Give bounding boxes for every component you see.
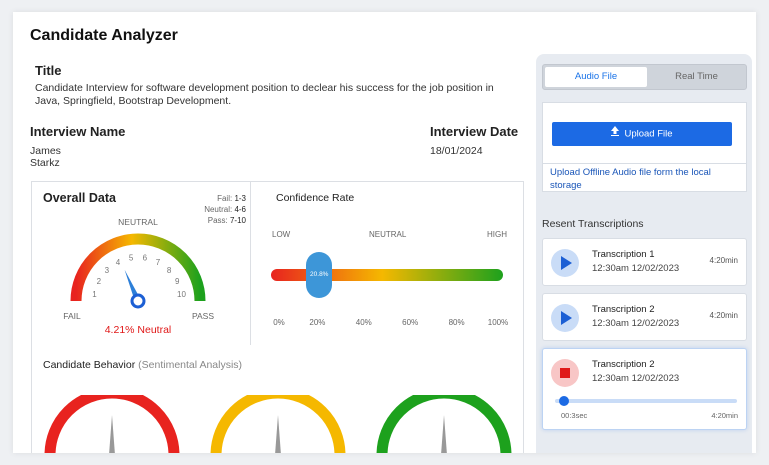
transcription-time: 12:30am 12/02/2023	[592, 318, 680, 329]
behavior-subtitle: (Sentimental Analysis)	[138, 359, 243, 371]
confidence-high-label: HIGH	[487, 230, 507, 239]
overall-gauge: NEUTRAL 1234 5 6 789 10 FAIL PASS 4.21% Neut…	[63, 217, 214, 336]
app-window: Candidate Analyzer Title Candidate Inter…	[13, 12, 756, 453]
gauge-fail-label: FAIL	[63, 311, 81, 321]
confidence-value: 20.8%	[310, 271, 329, 278]
interview-name-last: Starkz	[30, 157, 60, 169]
play-icon[interactable]	[551, 304, 579, 332]
transcription-name: Transcription 2	[592, 304, 655, 315]
gauge-tick-label: 2	[97, 277, 102, 286]
gauge-tick-label: 3	[105, 266, 110, 275]
gauge-tick-label: 9	[175, 277, 180, 286]
confidence-tick-label: 0%	[273, 318, 285, 327]
confidence-tick-label: 100%	[487, 318, 509, 327]
interview-date-heading: Interview Date	[430, 124, 519, 139]
divider	[250, 182, 251, 345]
transcription-item[interactable]: Transcription 1 12:30am 12/02/2023 4:20m…	[542, 238, 747, 286]
transcription-duration: 4:20min	[709, 311, 738, 320]
confidence-tick-label: 20%	[309, 318, 326, 327]
playback-elapsed: 00:3sec	[561, 411, 588, 420]
stop-icon[interactable]	[551, 359, 579, 387]
gauge-tick-label: 1	[92, 290, 97, 299]
interview-name-heading: Interview Name	[30, 124, 126, 139]
interview-date: 18/01/2024	[430, 145, 483, 157]
upload-file-label: Upload File	[624, 128, 673, 140]
legend-fail-range: 1-3	[234, 194, 246, 203]
confidence-neutral-label: NEUTRAL	[369, 230, 407, 239]
upload-icon	[611, 122, 620, 146]
transcription-name: Transcription 2	[592, 359, 655, 370]
gauge-ticks: 1234 5 6 789 10	[92, 254, 186, 300]
upload-hint-link[interactable]: Upload Offline Audio file form the local…	[550, 166, 740, 192]
behavior-heading: Candidate Behavior	[43, 359, 136, 371]
gauge-result: 4.21% Neutral	[105, 324, 172, 336]
transcription-item-active[interactable]: Transcription 2 12:30am 12/02/2023 00:3s…	[542, 348, 747, 430]
overall-title: Overall Data	[43, 191, 116, 205]
behavior-needle	[109, 415, 115, 453]
source-tabs: Audio File Real Time	[542, 64, 747, 90]
gauge-neutral-label: NEUTRAL	[118, 217, 158, 227]
transcription-item[interactable]: Transcription 2 12:30am 12/02/2023 4:20m…	[542, 293, 747, 341]
transcription-time: 12:30am 12/02/2023	[592, 263, 680, 274]
gauge-tick-label: 7	[156, 258, 161, 267]
right-panel: Audio File Real Time Upload File Upload …	[536, 54, 752, 453]
confidence-low-label: LOW	[272, 230, 291, 239]
transcription-time: 12:30am 12/02/2023	[592, 373, 680, 384]
behavior-needle	[275, 415, 281, 453]
behavior-needle	[441, 415, 447, 453]
title-heading: Title	[35, 63, 62, 78]
confidence-slider-handle[interactable]: 20.8%	[306, 252, 333, 298]
gauge-tick-label: 5	[129, 254, 134, 263]
behavior-title: Candidate Behavior (Sentimental Analysis…	[43, 359, 242, 371]
gauge-tick-label: 6	[143, 254, 148, 263]
title-description: Candidate Interview for software develop…	[35, 82, 494, 107]
gauge-pass-label: PASS	[192, 311, 214, 321]
play-icon[interactable]	[551, 249, 579, 277]
behavior-card: Candidate Behavior (Sentimental Analysis…	[31, 345, 524, 453]
confidence-title: Confidence Rate	[276, 192, 355, 204]
transcription-name: Transcription 1	[592, 249, 655, 260]
playback-progress-knob[interactable]	[558, 396, 569, 406]
playback-total: 4:20min	[711, 411, 738, 420]
tab-audio-file[interactable]: Audio File	[545, 67, 647, 87]
app-title: Candidate Analyzer	[30, 27, 178, 44]
gauge-tick-label: 10	[177, 290, 186, 299]
legend-fail-label: Fail:	[217, 194, 235, 203]
upload-card: Upload File Upload Offline Audio file fo…	[542, 102, 747, 192]
behavior-gauges	[44, 395, 512, 453]
divider	[543, 163, 746, 164]
confidence-tick-label: 60%	[402, 318, 419, 327]
recent-transcriptions-heading: Resent Transcriptions	[542, 218, 644, 230]
analysis-card: Overall Data Fail: 1-3 Neutral: 4-6 Pass…	[31, 181, 524, 346]
playback-progress-track[interactable]	[555, 396, 737, 406]
gauge-tick-label: 4	[116, 258, 121, 267]
gauge-tick-label: 8	[167, 266, 172, 275]
confidence-tick-label: 80%	[448, 318, 465, 327]
confidence-tick-label: 40%	[355, 318, 372, 327]
upload-file-button[interactable]: Upload File	[552, 122, 732, 146]
tab-real-time[interactable]: Real Time	[647, 67, 746, 87]
transcription-duration: 4:20min	[709, 256, 738, 265]
gauge-hub	[130, 293, 146, 309]
